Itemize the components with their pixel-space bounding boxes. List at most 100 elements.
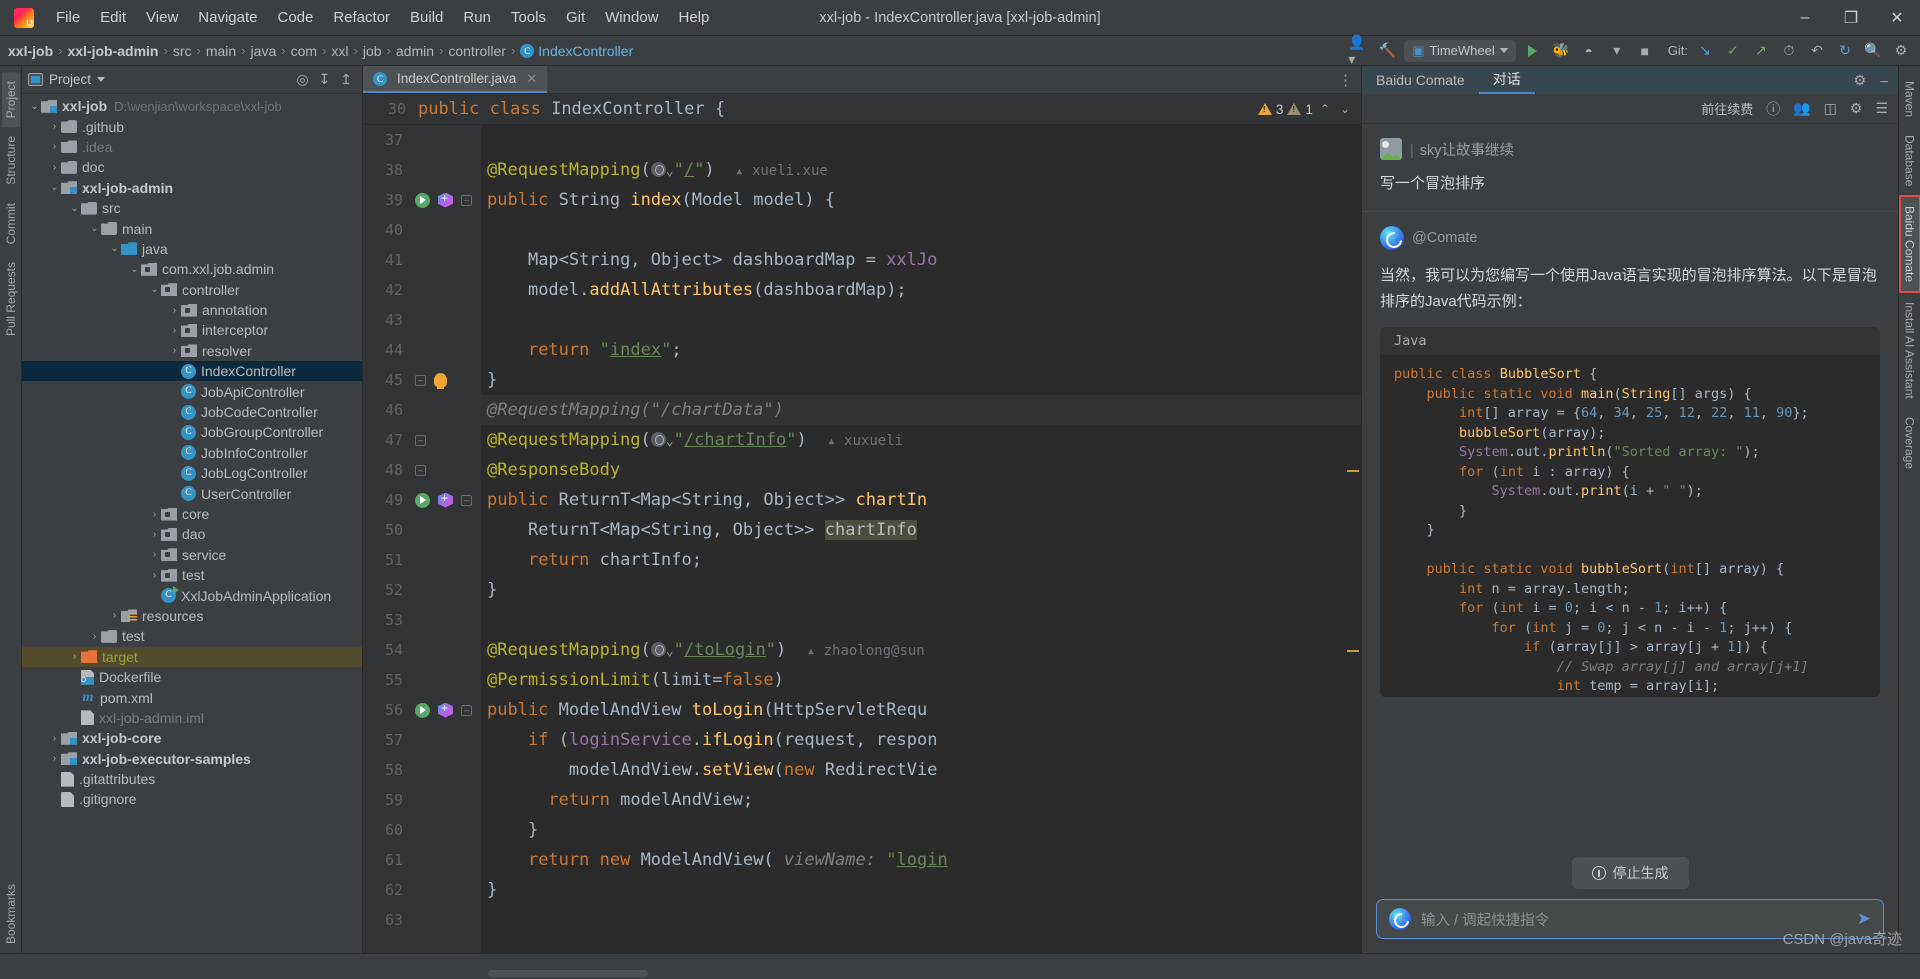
menu-git[interactable]: Git bbox=[556, 5, 595, 30]
search-icon[interactable]: 🔍 bbox=[1862, 40, 1884, 62]
code-line[interactable]: return "index"; bbox=[481, 335, 1361, 365]
tree-node-main[interactable]: ⌄ main bbox=[22, 218, 362, 238]
tree-node-test[interactable]: › test bbox=[22, 565, 362, 585]
chevron-right-icon[interactable]: › bbox=[68, 651, 81, 662]
tree-node-jobgroupcontroller[interactable]: ›CJobGroupController bbox=[22, 422, 362, 442]
close-icon[interactable]: ✕ bbox=[526, 71, 537, 87]
tree-node-annotation[interactable]: › annotation bbox=[22, 300, 362, 320]
spring-bean-icon[interactable] bbox=[438, 492, 453, 508]
comate-conversation[interactable]: | sky让故事继续 写一个冒泡排序 @Comate 当然，我可以为您编写一个使用… bbox=[1362, 124, 1898, 845]
intention-bulb-icon[interactable] bbox=[434, 373, 447, 389]
chevron-down-icon[interactable]: ⌄ bbox=[148, 284, 161, 295]
chevron-down-icon[interactable]: ⌄ bbox=[108, 243, 121, 254]
code-line[interactable]: @PermissionLimit(limit=false) bbox=[481, 665, 1361, 695]
tool-tab-bookmarks[interactable]: Bookmarks bbox=[2, 875, 20, 953]
code-line[interactable]: @RequestMapping(⌄"/toLogin") ▴ zhaolong@… bbox=[481, 635, 1361, 665]
code-line[interactable]: model.addAllAttributes(dashboardMap); bbox=[481, 275, 1361, 305]
hammer-icon[interactable]: 🔨 bbox=[1376, 40, 1398, 62]
fold-end-icon[interactable]: – bbox=[415, 464, 426, 476]
inspection-summary[interactable]: 3 1 ⌃ ⌄ bbox=[1257, 102, 1361, 117]
menu-window[interactable]: Window bbox=[595, 5, 668, 30]
chevron-right-icon[interactable]: › bbox=[48, 141, 61, 152]
chevron-down-icon[interactable]: ⌄ bbox=[28, 101, 41, 112]
menu-run[interactable]: Run bbox=[453, 5, 501, 30]
select-opened-file-icon[interactable]: ◎ bbox=[296, 71, 308, 88]
menu-build[interactable]: Build bbox=[400, 5, 453, 30]
tree-node--github[interactable]: › .github bbox=[22, 116, 362, 136]
code-line[interactable] bbox=[481, 605, 1361, 635]
editor-code[interactable]: @RequestMapping(⌄"/") ▴ xueli.xue public … bbox=[481, 125, 1361, 953]
tool-tab-pull-requests[interactable]: Pull Requests bbox=[2, 253, 20, 345]
tree-node-xxl-job-admin[interactable]: ⌄ xxl-job-admin bbox=[22, 178, 362, 198]
code-line[interactable]: return new ModelAndView( viewName: "logi… bbox=[481, 845, 1361, 875]
code-line[interactable] bbox=[481, 905, 1361, 935]
tree-node-dockerfile[interactable]: ›Dockerfile bbox=[22, 667, 362, 687]
horizontal-scrollbar[interactable] bbox=[488, 970, 648, 977]
breadcrumb-item-4[interactable]: java bbox=[251, 43, 277, 59]
chevron-right-icon[interactable]: › bbox=[148, 529, 161, 540]
settings-gear-icon[interactable]: ⚙ bbox=[1890, 40, 1912, 62]
code-line[interactable]: @ResponseBody bbox=[481, 455, 1361, 485]
tree-node-java[interactable]: ⌄ java bbox=[22, 239, 362, 259]
chevron-right-icon[interactable]: › bbox=[108, 610, 121, 621]
breadcrumb-item-3[interactable]: main bbox=[206, 43, 236, 59]
code-line[interactable]: } bbox=[481, 365, 1361, 395]
tool-tab-project[interactable]: Project bbox=[1, 72, 20, 128]
code-line[interactable] bbox=[481, 215, 1361, 245]
chevron-right-icon[interactable]: › bbox=[148, 570, 161, 581]
editor-tab-indexcontroller[interactable]: C IndexController.java ✕ bbox=[363, 66, 548, 93]
code-line[interactable]: @RequestMapping(⌄"/chartInfo") ▴ xuxueli bbox=[481, 425, 1361, 455]
menu-view[interactable]: View bbox=[136, 5, 188, 30]
editor-gutter[interactable]: 373839–404142434445–4647–48–49–505152535… bbox=[363, 125, 481, 953]
web-mapping-icon[interactable] bbox=[650, 642, 666, 657]
tree-node-jobapicontroller[interactable]: ›CJobApiController bbox=[22, 381, 362, 401]
menu-refactor[interactable]: Refactor bbox=[323, 5, 400, 30]
chevron-right-icon[interactable]: › bbox=[168, 325, 181, 336]
chevron-right-icon[interactable]: › bbox=[168, 305, 181, 316]
code-body[interactable]: 373839–404142434445–4647–48–49–505152535… bbox=[363, 125, 1361, 953]
chevron-right-icon[interactable]: › bbox=[48, 162, 61, 173]
tree-node-dao[interactable]: › dao bbox=[22, 524, 362, 544]
invite-user-icon[interactable]: 👥 bbox=[1793, 100, 1810, 117]
code-line[interactable]: modelAndView.setView(new RedirectVie bbox=[481, 755, 1361, 785]
chevron-down-icon[interactable] bbox=[97, 77, 106, 82]
more-run-options-button[interactable]: ▾ bbox=[1606, 40, 1628, 62]
tool-tab-commit[interactable]: Commit bbox=[2, 194, 20, 253]
run-configuration-selector[interactable]: ▣ TimeWheel bbox=[1404, 39, 1516, 62]
code-line[interactable]: } bbox=[481, 575, 1361, 605]
minimize-button[interactable]: – bbox=[1782, 0, 1828, 36]
tool-tab-structure[interactable]: Structure bbox=[2, 127, 20, 194]
fold-icon[interactable]: – bbox=[461, 494, 472, 506]
gear-icon[interactable]: ⚙ bbox=[1850, 100, 1863, 117]
comate-tab-chat[interactable]: 对话 bbox=[1478, 66, 1535, 94]
send-icon[interactable]: ➤ bbox=[1857, 909, 1871, 929]
breadcrumb-item-1[interactable]: xxl-job-admin bbox=[67, 43, 158, 59]
code-line[interactable] bbox=[481, 125, 1361, 155]
collapse-all-icon[interactable]: ↥ bbox=[340, 71, 352, 88]
breadcrumb-item-5[interactable]: com bbox=[291, 43, 317, 59]
chevron-right-icon[interactable]: › bbox=[88, 631, 101, 642]
tree-node-xxl-job[interactable]: ⌄ xxl-job D:\wenjian\workspace\xxl-job bbox=[22, 96, 362, 116]
breadcrumb-item-8[interactable]: admin bbox=[396, 43, 434, 59]
tree-node-src[interactable]: ⌄ src bbox=[22, 198, 362, 218]
stop-generation-button[interactable]: 停止生成 bbox=[1571, 857, 1689, 889]
stop-button[interactable]: ■ bbox=[1634, 40, 1656, 62]
tree-node--idea[interactable]: › .idea bbox=[22, 137, 362, 157]
fold-icon[interactable]: – bbox=[461, 194, 472, 206]
menu-code[interactable]: Code bbox=[267, 5, 323, 30]
debug-button[interactable]: 🐝 bbox=[1550, 40, 1572, 62]
chevron-right-icon[interactable]: › bbox=[148, 549, 161, 560]
renew-link[interactable]: 前往续费 bbox=[1701, 99, 1753, 118]
menu-tools[interactable]: Tools bbox=[501, 5, 556, 30]
code-line[interactable]: ReturnT<Map<String, Object>> chartInfo bbox=[481, 515, 1361, 545]
menu-hamburger-icon[interactable]: ☰ bbox=[1875, 100, 1888, 117]
chevron-down-icon[interactable]: ⌄ bbox=[68, 203, 81, 214]
tree-node-xxl-job-executor-samples[interactable]: › xxl-job-executor-samples bbox=[22, 749, 362, 769]
git-push-icon[interactable]: ↗ bbox=[1750, 40, 1772, 62]
chevron-down-icon[interactable]: ⌄ bbox=[88, 223, 101, 234]
profile-icon[interactable]: 👤▾ bbox=[1348, 34, 1370, 67]
fold-icon[interactable]: – bbox=[461, 704, 472, 716]
maximize-button[interactable]: ❐ bbox=[1828, 0, 1874, 36]
code-line[interactable]: public ReturnT<Map<String, Object>> char… bbox=[481, 485, 1361, 515]
menu-edit[interactable]: Edit bbox=[90, 5, 136, 30]
